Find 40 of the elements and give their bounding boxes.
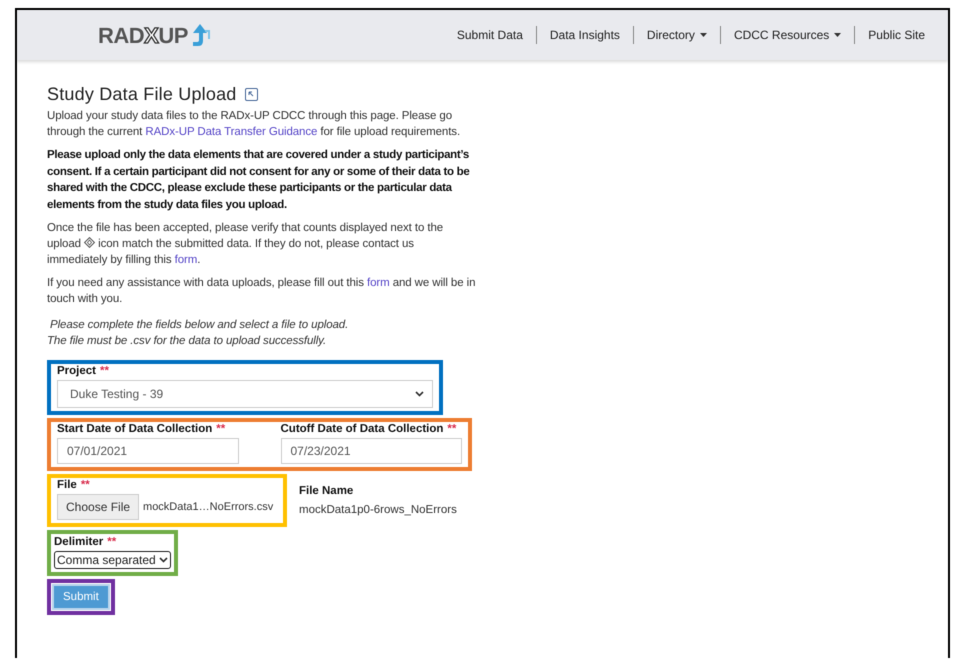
paragraph-text: Once the file has been accepted, please verify that counts displayed next to the upload icon match the submitted data. If they do not, please contact us immediately by filling this form. [47, 221, 444, 268]
text-link[interactable]: form [366, 277, 390, 289]
nav-link[interactable]: Data Insights [536, 28, 633, 42]
paragraph-text: Upload your study data files to the RADx-UP CDCC through this page. Please go through the current RADx-UP Data Transfer Guidance for file upload requirements. [47, 109, 462, 140]
field-label: Delimiter [54, 536, 104, 548]
required-marker: ** [216, 423, 226, 435]
nav-link[interactable]: Directory [634, 28, 720, 42]
logo-text: RADXUP [98, 23, 188, 49]
required-marker: ** [80, 479, 90, 491]
date-field[interactable]: 07/23/2021 [280, 438, 462, 464]
date-field[interactable]: 07/01/2021 [57, 438, 238, 464]
paragraph-text: Please upload only the data elements that are covered under a study participant’s consent. If a certain participant did not consent for any or some of their data to be shared with the CDCC, please exclude these participants or the particular data elements from the study data files you upload. [47, 148, 470, 212]
field-label: Start Date of Data Collection [57, 423, 212, 435]
file-name-text: mockData1…NoErrors.csv [143, 501, 274, 513]
caret-icon [700, 33, 707, 37]
required-marker: ** [107, 536, 116, 548]
nav-link[interactable]: CDCC Resources [720, 28, 854, 42]
nav-link[interactable]: Submit Data [444, 28, 536, 42]
file-name-value: mockData1p0-6rows_NoErrors [299, 504, 457, 516]
chevron-icon [415, 391, 424, 397]
paragraph-text: If you need any assistance with data uploads, please fill out this form and we will be in touch with you. [47, 276, 476, 307]
chevron-icon [158, 557, 168, 563]
field-label: File [57, 479, 77, 491]
text-link[interactable]: form [174, 254, 198, 266]
expand-icon [244, 88, 258, 101]
field-label: Cutoff Date of Data Collection [280, 423, 444, 435]
required-marker: ** [100, 365, 109, 377]
field-label: Project [57, 365, 96, 377]
nav-link[interactable]: Public Site [855, 28, 938, 42]
choose-file-button[interactable]: Choose File [57, 494, 140, 520]
page-title: Study Data File Upload [47, 84, 236, 105]
required-marker: ** [447, 423, 456, 435]
delimiter-select[interactable]: Comma separated [54, 551, 171, 569]
project-select[interactable]: Duke Testing - 39 [57, 380, 433, 408]
instruction-text: The file must be .csv for the data to upload successfully. [47, 334, 328, 349]
diamond-icon [84, 237, 96, 248]
instruction-text: Please complete the fields below and select a file to upload. [49, 318, 350, 333]
caret-icon [834, 33, 842, 37]
text-link[interactable]: RADx-UP Data Transfer Guidance [145, 126, 318, 138]
file-name-label: File Name [299, 485, 354, 497]
